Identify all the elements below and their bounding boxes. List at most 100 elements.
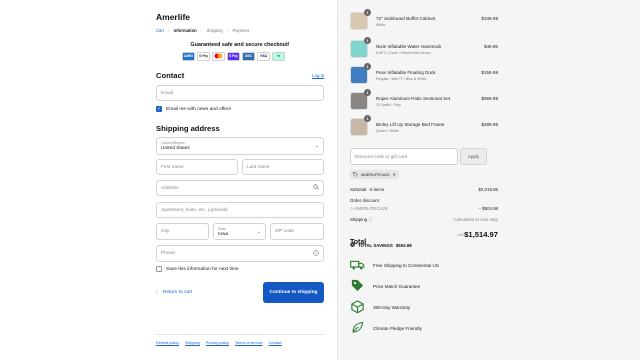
chevron-down-icon: ⌄ (256, 228, 261, 235)
contact-link[interactable]: Contact (269, 341, 282, 345)
product-name: Nixie Inflatable Water Hammock (376, 44, 442, 49)
perk-free-shipping: Free Shipping to Continental US (350, 257, 439, 273)
product-variant: 13 Seats / Grey (376, 103, 401, 107)
first-name-field[interactable]: First name (156, 159, 238, 175)
leaf-icon (350, 320, 365, 336)
total-value: $1,514.97 (464, 230, 498, 239)
save-info-label: Save this information for next time (166, 266, 239, 272)
address-field[interactable]: Address (156, 180, 324, 196)
terms-link[interactable]: Terms of service (235, 341, 263, 345)
product-price: $969.99 (481, 96, 498, 101)
savings-tag-icon: % (350, 242, 355, 248)
apartment-placeholder: Apartment, suite, etc. (optional) (161, 207, 228, 213)
help-circle-icon[interactable]: ? (313, 249, 319, 258)
quantity-badge: 1 (364, 115, 371, 122)
perk-label: 365-Day Warranty (373, 304, 411, 310)
product-variant: Regular / 6x6 FT / Blue & White (376, 77, 427, 81)
save-info-checkbox[interactable] (156, 266, 162, 272)
shipping-value: Calculated at next step (453, 217, 498, 222)
subtotal-value: $2,019.95 (478, 187, 498, 192)
phone-placeholder: Phone (161, 251, 175, 256)
order-summary-pane: 1 72" Sideboard Buffet Cabinet White $34… (337, 0, 640, 360)
secure-checkout-heading: Guaranteed safe and secure checkout! (190, 42, 290, 48)
tag-icon: ◇ (350, 206, 354, 211)
city-placeholder: City (161, 229, 170, 234)
apartment-field[interactable]: Apartment, suite, etc. (optional) (156, 202, 324, 218)
order-discount-row: Order discount (350, 198, 498, 203)
first-name-placeholder: First name (161, 164, 184, 170)
shipping-address-heading: Shipping address (156, 124, 220, 133)
zip-field[interactable]: ZIP code (270, 223, 324, 240)
shipping-row: Shipping ⓘ Calculated at next step (350, 217, 498, 223)
product-price: $349.99 (481, 16, 498, 21)
refund-policy-link[interactable]: Refund policy (156, 341, 179, 345)
visa-icon: VISA (257, 52, 270, 61)
chevron-right-icon: › (168, 28, 170, 33)
country-select[interactable]: Country/Region United States ⌄ (156, 137, 324, 155)
discount-code-label: AMERLIFECA25 (354, 206, 388, 211)
privacy-policy-link[interactable]: Privacy policy (206, 341, 229, 345)
mastercard-icon (212, 52, 225, 61)
cart-item: 1 Roper Aluminum Patio Sectional Set 13 … (350, 89, 498, 114)
payment-methods: AMEX G Pay S Pay DISC VISA ⟲ (182, 52, 285, 61)
city-field[interactable]: City (156, 223, 209, 240)
product-variant: Queen / White (376, 129, 399, 133)
last-name-placeholder: Last name (247, 164, 270, 170)
help-circle-icon[interactable]: ⓘ (368, 217, 372, 222)
discount-code-row: ◇ AMERLIFECA25 − $504.98 (350, 206, 498, 212)
svg-text:?: ? (315, 251, 317, 255)
return-to-cart-link[interactable]: ‹ Return to cart (156, 290, 192, 295)
search-icon (313, 184, 319, 192)
amex-icon: AMEX (182, 52, 195, 61)
perk-price-match: Price Match Guarantee (350, 278, 420, 294)
policy-footer: Refund policy Shipping Privacy policy Te… (156, 334, 324, 345)
product-name: 72" Sideboard Buffet Cabinet (376, 16, 436, 21)
cart-item: 1 72" Sideboard Buffet Cabinet White $34… (350, 9, 498, 34)
news-opt-in[interactable]: ✓ Email me with news and offers (156, 106, 231, 112)
applied-code-chip: AMERLIFECA25 ✕ (350, 170, 399, 179)
shipping-link[interactable]: Shipping (185, 341, 200, 345)
breadcrumb-shipping: Shipping (206, 28, 223, 33)
login-link[interactable]: Log in (312, 73, 324, 78)
chevron-left-icon: ‹ (156, 290, 158, 295)
savings-value: $504.98 (395, 242, 412, 248)
remove-code-icon[interactable]: ✕ (393, 172, 396, 177)
discover-icon: DISC (242, 52, 255, 61)
perk-label: Free Shipping to Continental US (373, 262, 439, 268)
save-info-row[interactable]: Save this information for next time (156, 266, 239, 272)
zip-placeholder: ZIP code (275, 229, 295, 234)
savings-label: TOTAL SAVINGS (358, 242, 393, 248)
cart-item: 1 Binley Lift Up Storage Bed Frame Queen… (350, 115, 498, 140)
return-to-cart-label: Return to cart (162, 290, 193, 295)
discount-code-input[interactable]: Discount code or gift card (350, 148, 458, 165)
product-price: $159.99 (481, 70, 498, 75)
order-discount-label: Order discount (350, 198, 379, 203)
perk-label: Price Match Guarantee (373, 283, 421, 289)
continue-to-shipping-button[interactable]: Continue to shipping (263, 282, 324, 303)
total-savings: % TOTAL SAVINGS $504.98 (350, 242, 412, 248)
phone-field[interactable]: Phone ? (156, 245, 324, 262)
quantity-badge: 1 (364, 37, 371, 44)
email-field[interactable]: Email (156, 85, 324, 101)
chevron-right-icon: › (200, 28, 203, 33)
news-checkbox[interactable]: ✓ (156, 106, 162, 112)
country-value: United States (161, 146, 190, 151)
shipping-label: Shipping (350, 217, 368, 222)
subtotal-label: Subtotal · 5 items (350, 187, 385, 192)
chevron-down-icon: ⌄ (314, 143, 319, 149)
tag-icon (353, 171, 358, 178)
apply-discount-button[interactable]: Apply (460, 148, 487, 165)
state-select[interactable]: State Iowa ⌄ (213, 223, 266, 240)
subtotal-row: Subtotal · 5 items $2,019.95 (350, 187, 498, 192)
email-placeholder: Email (161, 90, 173, 96)
cart-item: 1 Nixie Inflatable Water Hammock 6.6FT /… (350, 37, 498, 62)
product-name: Binley Lift Up Storage Bed Frame (376, 122, 445, 127)
state-value: Iowa (218, 232, 229, 237)
store-logo[interactable]: Amerlife (156, 12, 190, 22)
last-name-field[interactable]: Last name (242, 159, 324, 175)
product-price: $49.99 (483, 44, 498, 49)
breadcrumb: Cart › Information › Shipping › Payment (156, 28, 249, 33)
breadcrumb-cart[interactable]: Cart (156, 28, 164, 33)
news-label: Email me with news and offers (166, 106, 231, 112)
quantity-badge: 1 (364, 89, 371, 96)
